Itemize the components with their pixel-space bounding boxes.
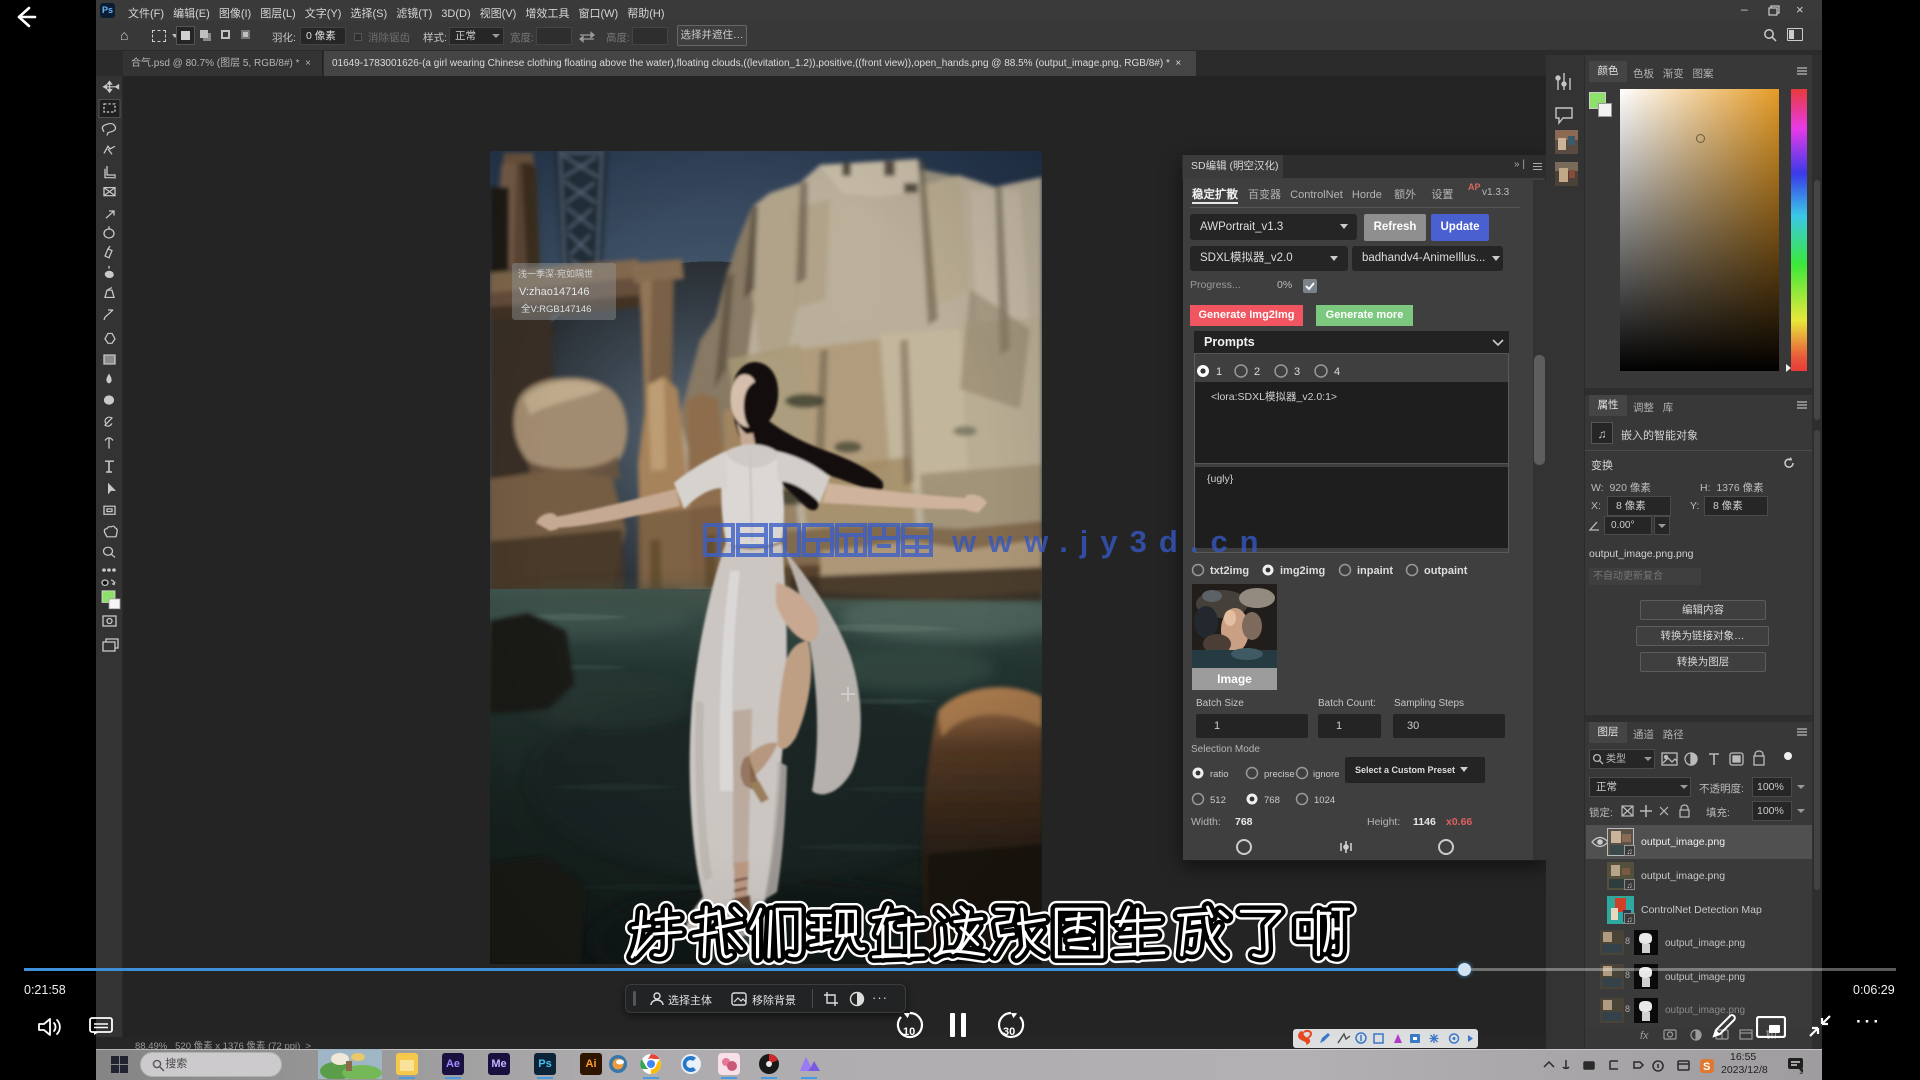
svg-text:www.jy3d.cn: www.jy3d.cn — [951, 524, 1260, 559]
